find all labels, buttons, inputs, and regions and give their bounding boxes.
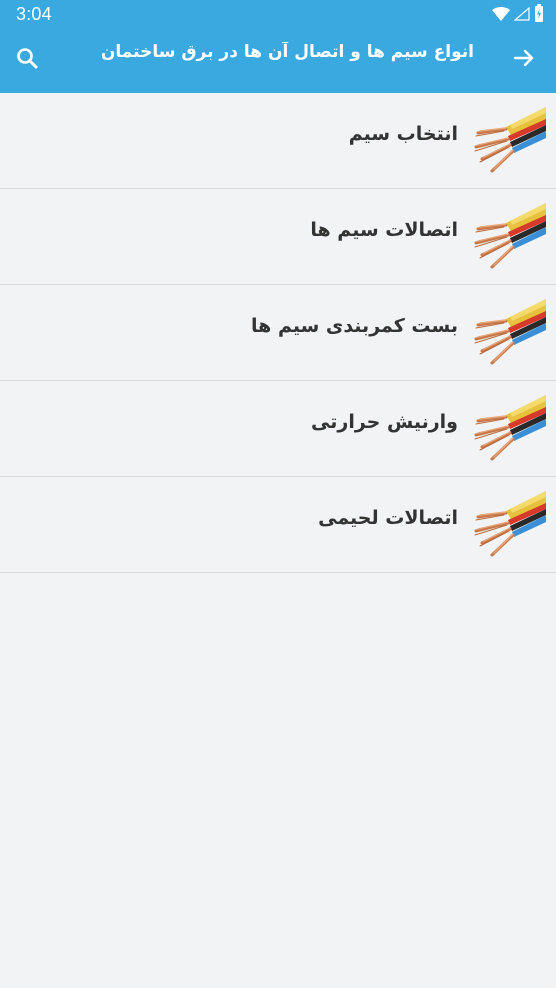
status-bar: 3:04 [0,0,556,30]
list-item-label: وارنیش حرارتی [311,411,458,433]
page-title: انواع سیم ها و اتصال آن ها در برق ساختما… [100,42,474,62]
wire-cable-image [470,295,546,367]
arrow-right-icon [512,46,536,74]
toolbar: انواع سیم ها و اتصال آن ها در برق ساختما… [0,30,556,93]
list-item-label: بست کمربندی سیم ها [251,315,458,337]
search-icon [15,46,39,74]
wire-cable-image [470,103,546,175]
list-item-wire-connections[interactable]: اتصالات سیم ها [0,189,556,285]
list-item-soldered-joints[interactable]: اتصالات لحیمی [0,477,556,573]
wire-cable-image [470,391,546,463]
status-time: 3:04 [16,4,52,24]
back-button[interactable] [510,46,538,74]
list-item-cable-ties[interactable]: بست کمربندی سیم ها [0,285,556,381]
list-item-label: اتصالات سیم ها [310,219,458,241]
list-item-label: انتخاب سیم [348,123,458,145]
list-item-wire-selection[interactable]: انتخاب سیم [0,93,556,189]
wire-cable-image [470,199,546,271]
list-item-label: اتصالات لحیمی [318,507,458,529]
topic-list: انتخاب سیم اتصالات سیم ها بست کمربندی سی… [0,93,556,573]
wifi-icon [492,6,510,25]
search-button[interactable] [13,46,41,74]
list-item-heat-shrink[interactable]: وارنیش حرارتی [0,381,556,477]
app-bar: 3:04 انواع سیم ها و اتصال آن ها در برق س… [0,0,556,93]
status-icons [492,4,544,26]
signal-icon [513,6,530,25]
wire-cable-image [470,487,546,559]
battery-icon [534,4,544,26]
